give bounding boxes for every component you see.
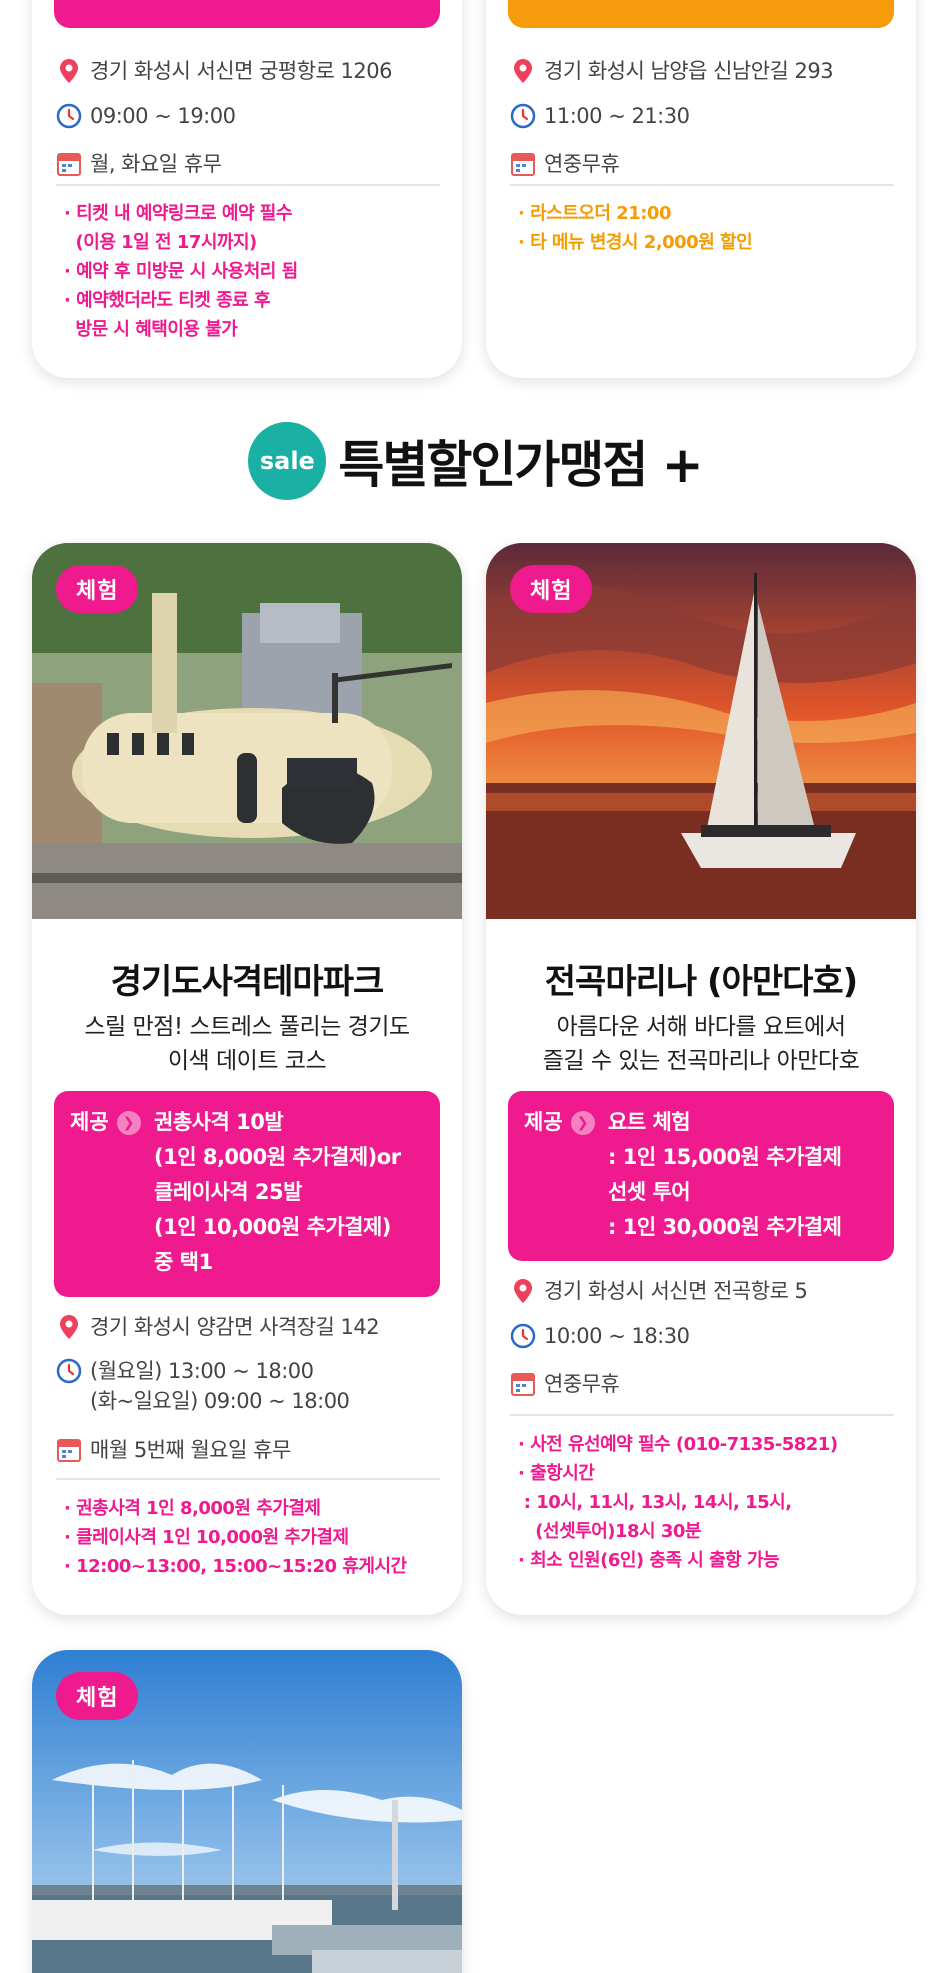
divider xyxy=(56,184,440,186)
note-line: (이용 1일 전 17시까지) xyxy=(64,232,258,253)
clock-icon xyxy=(510,1323,536,1349)
note-line: · 12:00~13:00, 15:00~15:20 휴게시간 xyxy=(64,1556,407,1577)
calendar-icon xyxy=(57,153,81,176)
clock-icon xyxy=(56,1358,82,1384)
offer-line: 클레이사격 25발 xyxy=(154,1180,302,1204)
closed-row: 월, 화요일 휴무 xyxy=(56,149,440,179)
hours-text: 11:00 ~ 21:30 xyxy=(544,104,690,128)
closed-text: 월, 화요일 휴무 xyxy=(90,152,222,176)
notes: · 라스트오더 21:00 · 타 메뉴 변경시 2,000원 할인 xyxy=(518,199,896,257)
note-line: · 사전 유선예약 필수 (010-7135-5821) xyxy=(518,1434,838,1455)
address-row: 경기 화성시 서신면 전곡항로 5 xyxy=(510,1276,894,1306)
clock-icon xyxy=(510,103,536,129)
place-card-top-right: 경기 화성시 남양읍 신남안길 293 11:00 ~ 21:30 연중무휴 ·… xyxy=(486,0,916,378)
hours-text: 10:00 ~ 18:30 xyxy=(544,1324,690,1348)
note-line: · 티켓 내 예약링크로 예약 필수 xyxy=(64,203,292,224)
note-line: · 출항시간 xyxy=(518,1463,595,1484)
place-title: 경기도사격테마파크 xyxy=(110,962,385,1002)
closed-text: 매월 5번째 월요일 휴무 xyxy=(90,1438,291,1462)
address-text: 경기 화성시 양감면 사격장길 142 xyxy=(90,1315,380,1339)
section-title: 특별할인가맹점 + xyxy=(338,436,703,494)
closed-text: 연중무휴 xyxy=(544,152,620,176)
note-line: · 라스트오더 21:00 xyxy=(518,203,671,224)
offer-label: 제공 xyxy=(524,1110,563,1134)
offer-box: 제공 ❯ 요트 체험 : 1인 15,000원 추가결제 선셋 투어 : 1인 3… xyxy=(508,1091,894,1261)
note-line: : 10시, 11시, 13시, 14시, 15시, xyxy=(518,1492,792,1513)
hours-row: 09:00 ~ 19:00 xyxy=(56,101,440,131)
clock-icon xyxy=(56,103,82,129)
place-title: 전곡마리나 (아만다호) xyxy=(544,962,858,1002)
offer-line: 권총사격 10발 xyxy=(154,1110,284,1134)
offer-line: 요트 체험 xyxy=(608,1110,691,1134)
category-tag: 체험 xyxy=(56,1672,139,1720)
note-line: 방문 시 혜택이용 불가 xyxy=(64,319,238,340)
note-line: · 최소 인원(6인) 충족 시 출항 가능 xyxy=(518,1550,780,1571)
hours-row: 10:00 ~ 18:30 xyxy=(510,1321,894,1351)
note-line: (선셋투어)18시 30분 xyxy=(518,1521,701,1542)
offer-label: 제공 xyxy=(70,1110,109,1134)
offer-line: 중 택1 xyxy=(154,1250,213,1274)
address-row: 경기 화성시 서신면 궁평항로 1206 xyxy=(56,56,440,86)
place-card-marina-amanda[interactable]: 체험 전곡마리나 (아만다호) 아름다운 서해 바다를 요트에서 즐길 수 있는… xyxy=(486,543,916,1615)
location-pin-icon xyxy=(60,59,78,83)
address-text: 경기 화성시 서신면 전곡항로 5 xyxy=(544,1279,808,1303)
category-tag: 체험 xyxy=(510,565,593,613)
closed-row: 연중무휴 xyxy=(510,149,894,179)
place-description-line: 아름다운 서해 바다를 요트에서 xyxy=(556,1014,846,1040)
calendar-icon xyxy=(511,1373,535,1396)
chevron-right-icon: ❯ xyxy=(116,1110,141,1135)
place-card-shooting-park[interactable]: 체험 경기도사격테마파크 스릴 만점! 스트레스 풀리는 경기도 이색 데이트 … xyxy=(32,543,462,1615)
hours-text: 09:00 ~ 19:00 xyxy=(90,104,236,128)
offer-line: (1인 8,000원 추가결제)or xyxy=(154,1145,401,1169)
sale-badge: sale xyxy=(248,422,327,500)
address-text: 경기 화성시 서신면 궁평항로 1206 xyxy=(90,59,392,83)
place-description-line: 스릴 만점! 스트레스 풀리는 경기도 xyxy=(84,1014,410,1040)
place-card-marina-3[interactable]: 체험 xyxy=(32,1650,462,1973)
hours-text: (화~일요일) 09:00 ~ 18:00 xyxy=(90,1389,350,1413)
location-pin-icon xyxy=(514,59,532,83)
card-action-button[interactable] xyxy=(54,0,440,28)
note-line: · 예약했더라도 티켓 종료 후 xyxy=(64,290,271,311)
divider xyxy=(510,184,894,186)
note-line: · 예약 후 미방문 시 사용처리 됨 xyxy=(64,261,298,282)
note-line: · 권총사격 1인 8,000원 추가결제 xyxy=(64,1498,321,1519)
location-pin-icon xyxy=(60,1315,78,1339)
address-text: 경기 화성시 남양읍 신남안길 293 xyxy=(544,59,834,83)
calendar-icon xyxy=(511,153,535,176)
note-line: · 타 메뉴 변경시 2,000원 할인 xyxy=(518,232,753,253)
section-header: sale 특별할인가맹점 + xyxy=(0,421,950,501)
closed-row: 매월 5번째 월요일 휴무 xyxy=(56,1435,440,1465)
category-tag: 체험 xyxy=(56,565,139,613)
offer-line: 선셋 투어 xyxy=(608,1180,691,1204)
location-pin-icon xyxy=(514,1279,532,1303)
notes: · 사전 유선예약 필수 (010-7135-5821) · 출항시간 : 10… xyxy=(518,1430,896,1575)
divider xyxy=(56,1478,440,1480)
card-action-button[interactable] xyxy=(508,0,894,28)
chevron-right-icon: ❯ xyxy=(570,1110,595,1135)
closed-text: 연중무휴 xyxy=(544,1372,620,1396)
place-description-line: 이색 데이트 코스 xyxy=(167,1048,327,1074)
place-card-top-left: 경기 화성시 서신면 궁평항로 1206 09:00 ~ 19:00 월, 화요… xyxy=(32,0,462,378)
note-line: · 클레이사격 1인 10,000원 추가결제 xyxy=(64,1527,349,1548)
hours-row: 11:00 ~ 21:30 xyxy=(510,101,894,131)
hours-row: (월요일) 13:00 ~ 18:00 (화~일요일) 09:00 ~ 18:00 xyxy=(56,1356,440,1416)
divider xyxy=(510,1414,894,1416)
notes: · 권총사격 1인 8,000원 추가결제 · 클레이사격 1인 10,000원… xyxy=(64,1494,442,1581)
hours-text: (월요일) 13:00 ~ 18:00 xyxy=(90,1359,314,1383)
offer-box: 제공 ❯ 권총사격 10발 (1인 8,000원 추가결제)or 클레이사격 25… xyxy=(54,1091,440,1297)
offer-line: : 1인 15,000원 추가결제 xyxy=(608,1145,842,1169)
offer-line: : 1인 30,000원 추가결제 xyxy=(608,1215,842,1239)
notes: · 티켓 내 예약링크로 예약 필수 (이용 1일 전 17시까지) · 예약 … xyxy=(64,199,442,344)
calendar-icon xyxy=(57,1439,81,1462)
address-row: 경기 화성시 남양읍 신남안길 293 xyxy=(510,56,894,86)
closed-row: 연중무휴 xyxy=(510,1369,894,1399)
offer-line: (1인 10,000원 추가결제) xyxy=(154,1215,391,1239)
address-row: 경기 화성시 양감면 사격장길 142 xyxy=(56,1312,440,1342)
place-description-line: 즐길 수 있는 전곡마리나 아만다호 xyxy=(542,1048,860,1074)
